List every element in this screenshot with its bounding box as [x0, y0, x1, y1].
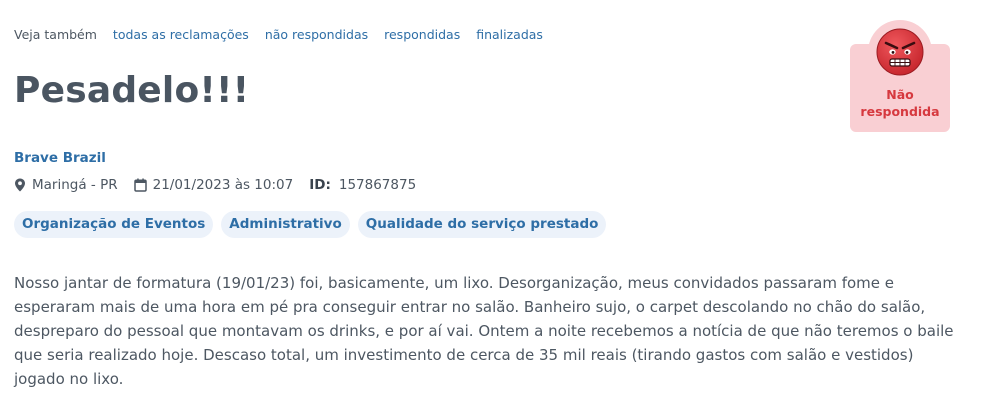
nav-link-all-complaints[interactable]: todas as reclamações	[113, 27, 249, 42]
complaint-meta: Maringá - PR 21/01/2023 às 10:07 ID: 157…	[14, 177, 432, 193]
complaint-title: Pesadelo!!!	[14, 70, 250, 111]
tag-event-organization[interactable]: Organização de Eventos	[14, 211, 214, 238]
calendar-icon	[133, 178, 147, 192]
company-link[interactable]: Brave Brazil	[14, 150, 106, 166]
complaint-body: Nosso jantar de formatura (19/01/23) foi…	[14, 274, 954, 388]
category-tags: Organização de Eventos Administrativo Qu…	[14, 211, 614, 238]
date-info: 21/01/2023 às 10:07	[133, 177, 294, 193]
id-value: 157867875	[338, 177, 417, 193]
nav-link-answered[interactable]: respondidas	[384, 27, 460, 42]
id-label: ID:	[309, 177, 331, 193]
nav-link-not-answered[interactable]: não respondidas	[265, 27, 368, 42]
see-also-label: Veja também	[14, 27, 97, 42]
location-info: Maringá - PR	[14, 177, 118, 193]
date-text: 21/01/2023 às 10:07	[152, 177, 294, 193]
tag-administrative[interactable]: Administrativo	[221, 211, 350, 238]
tag-service-quality[interactable]: Qualidade do serviço prestado	[357, 211, 607, 238]
see-also-nav: Veja também todas as reclamações não res…	[14, 27, 559, 42]
map-pin-icon	[15, 178, 25, 192]
location-text: Maringá - PR	[32, 177, 118, 193]
status-text: Não respondida	[860, 87, 940, 119]
angry-face-icon	[876, 28, 924, 76]
id-info: ID: 157867875	[309, 177, 416, 193]
nav-link-finished[interactable]: finalizadas	[476, 27, 543, 42]
